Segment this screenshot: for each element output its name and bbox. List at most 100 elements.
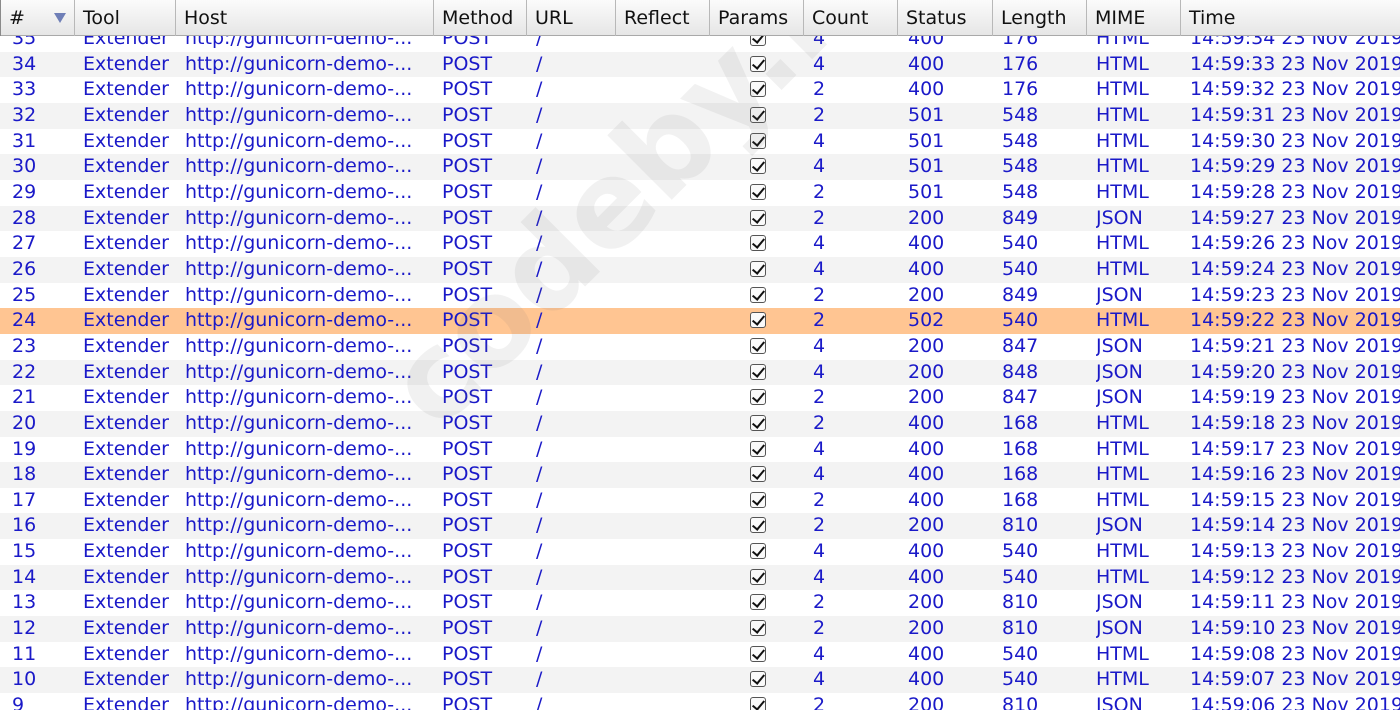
table-row[interactable]: 28 Extender http://gunicorn-demo-... POST / 2… bbox=[0, 205, 1400, 232]
table-row[interactable]: 18 Extender http://gunicorn-demo-... POST / 4… bbox=[0, 462, 1400, 488]
column-header-count[interactable]: Count bbox=[804, 0, 898, 36]
cell-length: 810 bbox=[1002, 617, 1039, 640]
table-row[interactable]: 30 Extender http://gunicorn-demo-... POST / 4… bbox=[0, 154, 1400, 180]
column-header-url[interactable]: URL bbox=[527, 0, 616, 36]
cell-url: / bbox=[536, 334, 543, 357]
cell-status: 200 bbox=[908, 283, 945, 306]
column-header-reflect[interactable]: Reflect bbox=[616, 0, 710, 36]
cell-method: POST bbox=[442, 463, 493, 486]
cell-count: 2 bbox=[813, 694, 826, 710]
cell-num: 24 bbox=[12, 309, 37, 332]
column-header-method[interactable]: Method bbox=[434, 0, 527, 36]
table-row[interactable]: 34 Extender http://gunicorn-demo-... POST / 4… bbox=[0, 51, 1400, 78]
cell-time: 14:59:22 23 Nov 2019 bbox=[1190, 309, 1400, 332]
table-row[interactable]: 25 Extender http://gunicorn-demo-... POST / 2… bbox=[0, 283, 1400, 309]
cell-length: 810 bbox=[1002, 694, 1039, 710]
cell-tool: Extender bbox=[83, 437, 169, 460]
column-header-tool[interactable]: Tool bbox=[75, 0, 176, 36]
table-row[interactable]: 11 Extender http://gunicorn-demo-... POST / 4… bbox=[0, 642, 1400, 668]
cell-tool: Extender bbox=[83, 488, 169, 511]
cell-url: / bbox=[536, 78, 543, 101]
column-header-status[interactable]: Status bbox=[898, 0, 993, 36]
table-row[interactable]: 22 Extender http://gunicorn-demo-... POST / 4… bbox=[0, 359, 1400, 386]
cell-tool: Extender bbox=[83, 206, 169, 229]
table-row[interactable]: 10 Extender http://gunicorn-demo-... POST / 4… bbox=[0, 667, 1400, 694]
cell-tool: Extender bbox=[83, 283, 169, 306]
cell-length: 540 bbox=[1002, 565, 1039, 588]
table-row[interactable]: 32 Extender http://gunicorn-demo-... POST / 2… bbox=[0, 102, 1400, 129]
table-row[interactable]: 15 Extender http://gunicorn-demo-... POST / 4… bbox=[0, 539, 1400, 565]
table-row[interactable]: 14 Extender http://gunicorn-demo-... POST / 4… bbox=[0, 564, 1400, 591]
cell-tool: Extender bbox=[83, 514, 169, 537]
cell-reflect bbox=[625, 308, 710, 334]
cell-host: http://gunicorn-demo-... bbox=[185, 334, 413, 357]
cell-count: 4 bbox=[813, 360, 826, 383]
cell-tool: Extender bbox=[83, 78, 169, 101]
column-header-mime[interactable]: MIME bbox=[1087, 0, 1181, 36]
column-header-length[interactable]: Length bbox=[993, 0, 1087, 36]
params-checkbox bbox=[750, 235, 766, 252]
cell-host: http://gunicorn-demo-... bbox=[185, 386, 413, 409]
sort-descending-icon[interactable] bbox=[54, 13, 66, 23]
table-row[interactable]: 27 Extender http://gunicorn-demo-... POST / 4… bbox=[0, 231, 1400, 257]
cell-host: http://gunicorn-demo-... bbox=[185, 180, 413, 203]
cell-tool: Extender bbox=[83, 694, 169, 710]
cell-length: 168 bbox=[1002, 463, 1039, 486]
cell-num: 13 bbox=[12, 591, 37, 614]
column-header-host[interactable]: Host bbox=[176, 0, 434, 36]
cell-url: / bbox=[536, 232, 543, 255]
cell-host: http://gunicorn-demo-... bbox=[185, 232, 413, 255]
table-row[interactable]: 23 Extender http://gunicorn-demo-... POST / 4… bbox=[0, 334, 1400, 360]
table-row[interactable]: 24 Extender http://gunicorn-demo-... POST / 2… bbox=[0, 308, 1400, 334]
cell-status: 400 bbox=[908, 257, 945, 280]
table-row[interactable]: 17 Extender http://gunicorn-demo-... POST / 2… bbox=[0, 488, 1400, 514]
cell-status: 400 bbox=[908, 36, 945, 49]
cell-count: 4 bbox=[813, 257, 826, 280]
column-header-time[interactable]: Time bbox=[1181, 0, 1400, 36]
cell-status: 400 bbox=[908, 642, 945, 665]
cell-reflect bbox=[625, 103, 710, 129]
cell-time: 14:59:23 23 Nov 2019 bbox=[1190, 283, 1400, 306]
cell-host: http://gunicorn-demo-... bbox=[185, 565, 413, 588]
cell-tool: Extender bbox=[83, 360, 169, 383]
cell-reflect bbox=[625, 437, 710, 463]
table-row[interactable]: 13 Extender http://gunicorn-demo-... POST / 2… bbox=[0, 590, 1400, 616]
cell-num: 26 bbox=[12, 257, 37, 280]
cell-count: 4 bbox=[813, 232, 826, 255]
cell-num: 20 bbox=[12, 411, 37, 434]
cell-reflect bbox=[625, 539, 710, 565]
table-row[interactable]: 31 Extender http://gunicorn-demo-... POST / 4… bbox=[0, 129, 1400, 155]
column-header-params[interactable]: Params bbox=[710, 0, 804, 36]
table-row[interactable]: 21 Extender http://gunicorn-demo-... POST / 2… bbox=[0, 385, 1400, 411]
cell-url: / bbox=[536, 129, 543, 152]
table-row[interactable]: 12 Extender http://gunicorn-demo-... POST / 2… bbox=[0, 616, 1400, 642]
column-header-num[interactable]: # bbox=[0, 0, 75, 36]
cell-reflect bbox=[625, 590, 710, 616]
table-row[interactable]: 9 Extender http://gunicorn-demo-... POST / 2 2… bbox=[0, 693, 1400, 710]
table-body[interactable]: 35 Extender http://gunicorn-demo-... POST / 4… bbox=[0, 36, 1400, 710]
cell-tool: Extender bbox=[83, 232, 169, 255]
cell-reflect bbox=[625, 129, 710, 155]
table-row[interactable]: 26 Extender http://gunicorn-demo-... POST / 4… bbox=[0, 256, 1400, 283]
table-row[interactable]: 19 Extender http://gunicorn-demo-... POST / 4… bbox=[0, 437, 1400, 463]
cell-num: 35 bbox=[12, 36, 37, 49]
cell-mime: HTML bbox=[1096, 309, 1149, 332]
cell-tool: Extender bbox=[83, 617, 169, 640]
cell-method: POST bbox=[442, 488, 493, 511]
cell-num: 34 bbox=[12, 52, 37, 75]
cell-num: 19 bbox=[12, 437, 37, 460]
cell-tool: Extender bbox=[83, 668, 169, 691]
cell-status: 501 bbox=[908, 155, 945, 178]
cell-method: POST bbox=[442, 232, 493, 255]
params-checkbox bbox=[750, 389, 766, 406]
table-row[interactable]: 29 Extender http://gunicorn-demo-... POST / 2… bbox=[0, 180, 1400, 206]
params-checkbox bbox=[750, 491, 766, 508]
table-row[interactable]: 35 Extender http://gunicorn-demo-... POST / 4… bbox=[0, 36, 1400, 52]
cell-mime: HTML bbox=[1096, 103, 1149, 126]
table-row[interactable]: 16 Extender http://gunicorn-demo-... POST / 2… bbox=[0, 513, 1400, 540]
table-row[interactable]: 20 Extender http://gunicorn-demo-... POST / 2… bbox=[0, 410, 1400, 437]
cell-length: 540 bbox=[1002, 257, 1039, 280]
table-row[interactable]: 33 Extender http://gunicorn-demo-... POST / 2… bbox=[0, 77, 1400, 103]
params-checkbox bbox=[750, 363, 766, 380]
cell-count: 4 bbox=[813, 437, 826, 460]
